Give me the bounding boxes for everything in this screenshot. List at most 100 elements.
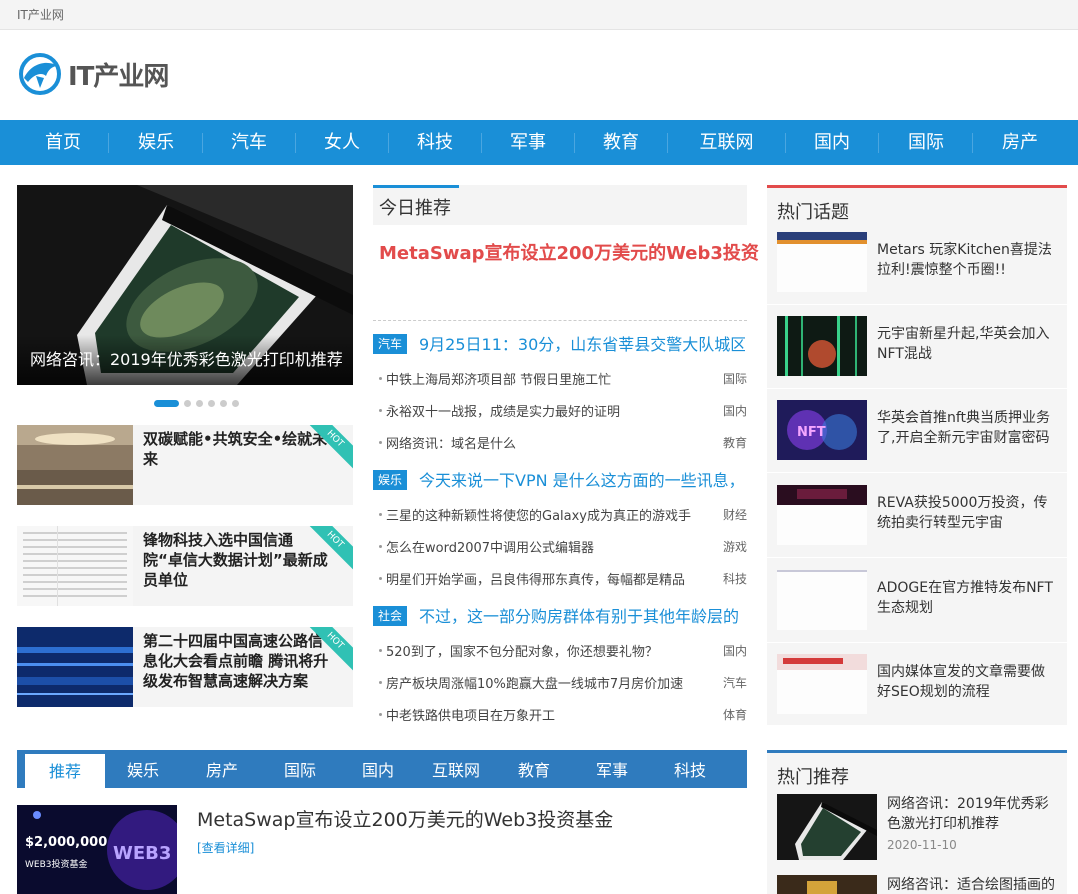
tab-education[interactable]: 教育 bbox=[499, 750, 569, 788]
tab-domestic[interactable]: 国内 bbox=[343, 750, 413, 788]
highway-tech-thumbnail bbox=[17, 627, 133, 707]
list-item-category[interactable]: 科技 bbox=[723, 570, 747, 587]
list-item[interactable]: 中老铁路供电项目在万象开工 体育 bbox=[373, 705, 747, 725]
slider-dot[interactable] bbox=[208, 400, 215, 407]
list-item-title[interactable]: 明星们开始学画，吕良伟得邢东真传，每幅都是精品 bbox=[386, 569, 716, 588]
site-logo[interactable]: IT产业网 bbox=[18, 52, 178, 98]
list-item-category[interactable]: 国际 bbox=[723, 370, 747, 387]
article-preview[interactable]: $2,000,000 WEB3投资基金 WEB3 MetaSwap宣布设立200… bbox=[17, 805, 747, 894]
list-item[interactable]: 怎么在word2007中调用公式编辑器 游戏 bbox=[373, 537, 747, 557]
list-item-category[interactable]: 教育 bbox=[723, 434, 747, 451]
tab-military[interactable]: 军事 bbox=[577, 750, 647, 788]
list-item-title[interactable]: 网络资讯：域名是什么 bbox=[386, 433, 716, 452]
hot-item[interactable]: 第二十四届中国高速公路信息化大会看点前瞻 腾讯将升级发布智慧高速解决方案 HOT bbox=[17, 627, 353, 707]
category-lead[interactable]: 汽车 9月25日11：30分，山东省莘县交警大队城区 bbox=[373, 331, 747, 355]
list-item[interactable]: 中铁上海局郑济项目部 节假日里施工忙 国际 bbox=[373, 369, 747, 389]
bullet-icon bbox=[379, 577, 382, 580]
list-item-category[interactable]: 汽车 bbox=[723, 674, 747, 691]
tab-entertainment[interactable]: 娱乐 bbox=[108, 750, 178, 788]
category-tag[interactable]: 娱乐 bbox=[373, 470, 408, 490]
category-tag[interactable]: 汽车 bbox=[373, 334, 408, 354]
nav-item-auto[interactable]: 汽车 bbox=[204, 120, 294, 165]
hot-item-title[interactable]: 锋物科技入选中国信通院“卓信大数据计划”最新成员单位 bbox=[143, 530, 329, 590]
list-item-title[interactable]: 中铁上海局郑济项目部 节假日里施工忙 bbox=[386, 369, 716, 388]
conference-hall-thumbnail bbox=[17, 425, 133, 505]
topic-item[interactable]: REVA获投5000万投资，传统拍卖行转型元宇宙 bbox=[777, 485, 1057, 555]
tab-internet[interactable]: 互联网 bbox=[421, 750, 491, 788]
article-title[interactable]: MetaSwap宣布设立200万美元的Web3投资基金 bbox=[197, 805, 613, 832]
topic-item[interactable]: NFT 华英会首推nft典当质押业务了,开启全新元宇宙财富密码 bbox=[777, 400, 1057, 470]
nav-item-internet[interactable]: 互联网 bbox=[669, 120, 784, 165]
slider-dot-active[interactable] bbox=[154, 400, 179, 407]
nav-item-tech[interactable]: 科技 bbox=[390, 120, 480, 165]
category-lead-text[interactable]: 今天来说一下VPN 是什么这方面的一些讯息， bbox=[419, 467, 745, 491]
hot-item[interactable]: 锋物科技入选中国信通院“卓信大数据计划”最新成员单位 HOT bbox=[17, 526, 353, 606]
topic-title[interactable]: ADOGE在官方推特发布NFT生态规划 bbox=[877, 578, 1055, 618]
list-item-title[interactable]: 520到了，国家不包分配对象，你还想要礼物？ bbox=[386, 641, 716, 660]
nav-item-entertainment[interactable]: 娱乐 bbox=[110, 120, 202, 165]
slider-dot[interactable] bbox=[196, 400, 203, 407]
recommend-title[interactable]: 网络咨讯：2019年优秀彩色激光打印机推荐 bbox=[887, 794, 1062, 834]
list-item-category[interactable]: 体育 bbox=[723, 706, 747, 723]
list-item[interactable]: 明星们开始学画，吕良伟得邢东真传，每幅都是精品 科技 bbox=[373, 569, 747, 589]
hot-item-title[interactable]: 双碳赋能•共筑安全•绘就未来 bbox=[143, 429, 329, 469]
nav-item-education[interactable]: 教育 bbox=[576, 120, 666, 165]
nav-item-realestate[interactable]: 房产 bbox=[974, 120, 1066, 165]
list-item-title[interactable]: 房产板块周涨幅10%跑赢大盘一线城市7月房价加速 bbox=[386, 673, 716, 692]
nav-item-home[interactable]: 首页 bbox=[18, 120, 108, 165]
topic-item[interactable]: 元宇宙新星升起,华英会加入NFT混战 bbox=[777, 316, 1057, 386]
topic-title[interactable]: REVA获投5000万投资，传统拍卖行转型元宇宙 bbox=[877, 493, 1055, 533]
list-item[interactable]: 房产板块周涨幅10%跑赢大盘一线城市7月房价加速 汽车 bbox=[373, 673, 747, 693]
topic-title[interactable]: 华英会首推nft典当质押业务了,开启全新元宇宙财富密码 bbox=[877, 408, 1055, 448]
slider-caption[interactable]: 网络咨讯：2019年优秀彩色激光打印机推荐 bbox=[17, 335, 353, 385]
category-lead-text[interactable]: 9月25日11：30分，山东省莘县交警大队城区 bbox=[419, 331, 745, 355]
topic-item[interactable]: Metars 玩家Kitchen喜提法拉利!震惊整个币圈!! bbox=[777, 232, 1057, 302]
list-item-category[interactable]: 国内 bbox=[723, 402, 747, 419]
divider bbox=[767, 304, 1067, 305]
list-item[interactable]: 三星的这种新颖性将使您的Galaxy成为真正的游戏手 财经 bbox=[373, 505, 747, 525]
divider bbox=[767, 557, 1067, 558]
nav-item-military[interactable]: 军事 bbox=[483, 120, 573, 165]
topic-title[interactable]: 元宇宙新星升起,华英会加入NFT混战 bbox=[877, 324, 1055, 364]
tab-international[interactable]: 国际 bbox=[265, 750, 335, 788]
category-lead[interactable]: 娱乐 今天来说一下VPN 是什么这方面的一些讯息， bbox=[373, 467, 747, 491]
hot-topics-heading: 热门话题 bbox=[777, 202, 849, 223]
hot-item-title[interactable]: 第二十四届中国高速公路信息化大会看点前瞻 腾讯将升级发布智慧高速解决方案 bbox=[143, 631, 329, 691]
tab-recommend[interactable]: 推荐 bbox=[25, 754, 105, 792]
slider-dot[interactable] bbox=[184, 400, 191, 407]
list-item-category[interactable]: 国内 bbox=[723, 642, 747, 659]
list-item[interactable]: 520到了，国家不包分配对象，你还想要礼物？ 国内 bbox=[373, 641, 747, 661]
list-item-category[interactable]: 财经 bbox=[723, 506, 747, 523]
category-lead[interactable]: 社会 不过，这一部分购房群体有别于其他年龄层的 bbox=[373, 603, 747, 627]
today-headline[interactable]: MetaSwap宣布设立200万美元的Web3投资 bbox=[379, 239, 759, 265]
slider-dot[interactable] bbox=[232, 400, 239, 407]
read-more-link[interactable]: [查看详细] bbox=[197, 839, 254, 856]
list-item[interactable]: 网络资讯：域名是什么 教育 bbox=[373, 433, 747, 453]
featured-slider[interactable]: 网络咨讯：2019年优秀彩色激光打印机推荐 bbox=[17, 185, 353, 385]
list-item-category[interactable]: 游戏 bbox=[723, 538, 747, 555]
list-item-title[interactable]: 中老铁路供电项目在万象开工 bbox=[386, 705, 716, 724]
category-tag[interactable]: 社会 bbox=[373, 606, 408, 626]
list-item[interactable]: 永裕双十一战报，成绩是实力最好的证明 国内 bbox=[373, 401, 747, 421]
tab-realestate[interactable]: 房产 bbox=[187, 750, 257, 788]
hot-item[interactable]: 双碳赋能•共筑安全•绘就未来 HOT bbox=[17, 425, 353, 505]
topic-item[interactable]: ADOGE在官方推特发布NFT生态规划 bbox=[777, 570, 1057, 640]
tab-tech[interactable]: 科技 bbox=[655, 750, 725, 788]
article-thumbnail[interactable]: $2,000,000 WEB3投资基金 WEB3 bbox=[17, 805, 177, 894]
topic-item[interactable]: 国内媒体宣发的文章需要做好SEO规划的流程 bbox=[777, 654, 1057, 724]
nav-item-international[interactable]: 国际 bbox=[880, 120, 972, 165]
slider-dot[interactable] bbox=[220, 400, 227, 407]
nav-item-women[interactable]: 女人 bbox=[297, 120, 387, 165]
recommend-title[interactable]: 网络咨讯：适合绘图插画的 bbox=[887, 875, 1062, 894]
list-item-title[interactable]: 怎么在word2007中调用公式编辑器 bbox=[386, 537, 716, 556]
header-accent-bar bbox=[373, 185, 459, 188]
topic-title[interactable]: 国内媒体宣发的文章需要做好SEO规划的流程 bbox=[877, 662, 1055, 702]
nav-divider bbox=[295, 133, 296, 153]
list-item-title[interactable]: 永裕双十一战报，成绩是实力最好的证明 bbox=[386, 401, 716, 420]
category-lead-text[interactable]: 不过，这一部分购房群体有别于其他年龄层的 bbox=[419, 603, 745, 627]
list-item-title[interactable]: 三星的这种新颖性将使您的Galaxy成为真正的游戏手 bbox=[386, 505, 716, 524]
nav-divider bbox=[878, 133, 879, 153]
nav-divider bbox=[574, 133, 575, 153]
nav-item-domestic[interactable]: 国内 bbox=[787, 120, 877, 165]
topic-title[interactable]: Metars 玩家Kitchen喜提法拉利!震惊整个币圈!! bbox=[877, 240, 1055, 280]
